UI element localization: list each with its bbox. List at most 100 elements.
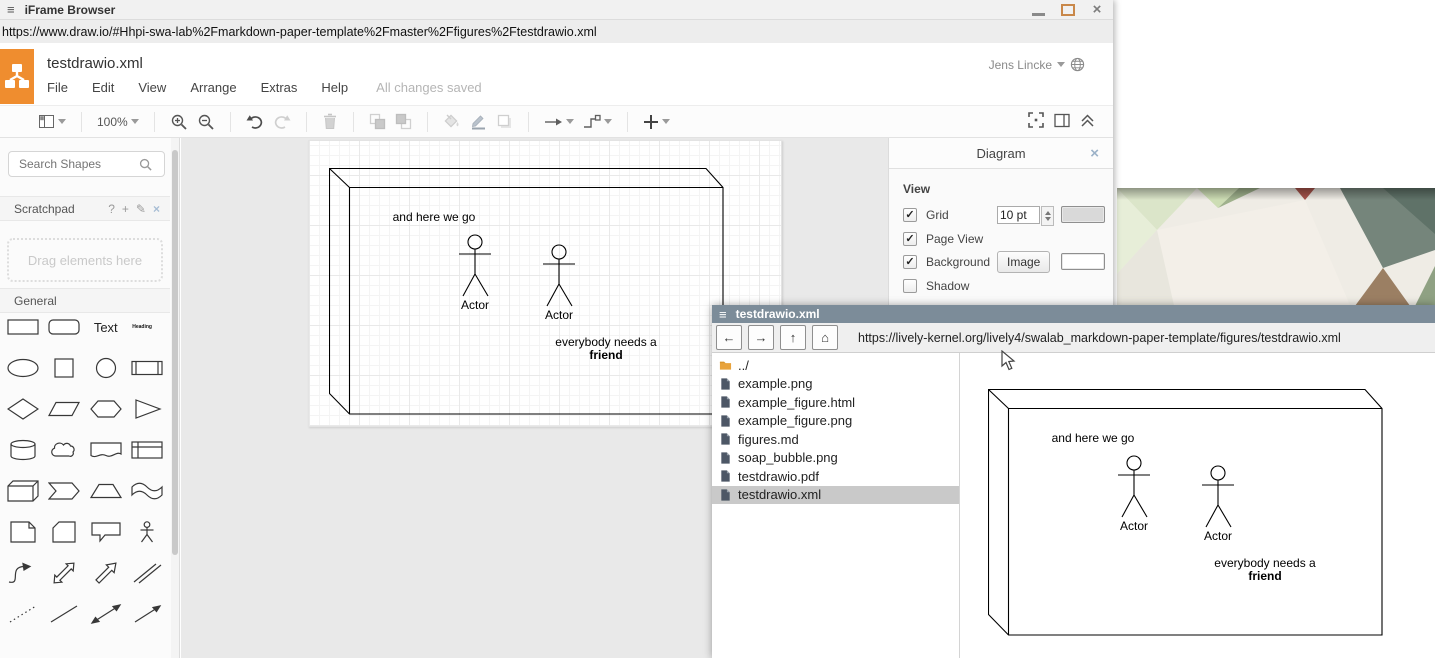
shape-document[interactable]: [90, 439, 122, 461]
shadow-checkbox[interactable]: [903, 279, 917, 293]
shape-card[interactable]: [48, 521, 80, 543]
menu-arrange[interactable]: Arrange: [190, 80, 236, 95]
shape-directional-connector[interactable]: [131, 603, 163, 625]
file-row[interactable]: figures.md: [712, 430, 959, 449]
file-row[interactable]: example_figure.html: [712, 393, 959, 412]
shape-trapezoid[interactable]: [90, 480, 122, 502]
shape-bidirectional-arrow[interactable]: [48, 562, 80, 584]
shape-triangle[interactable]: [131, 398, 163, 420]
image-button[interactable]: Image: [997, 251, 1050, 273]
page-setup-button[interactable]: [38, 113, 66, 130]
edit-icon[interactable]: ✎: [136, 202, 146, 216]
waypoints-button[interactable]: [583, 114, 612, 129]
file-browser-titlebar[interactable]: ≡ testdrawio.xml: [712, 305, 1435, 323]
grid-size-input[interactable]: [997, 206, 1040, 224]
background-checkbox[interactable]: [903, 255, 917, 269]
line-color-button[interactable]: [470, 113, 487, 130]
background-color-swatch[interactable]: [1061, 253, 1105, 270]
window-titlebar[interactable]: ≡ iFrame Browser ×: [0, 0, 1113, 20]
shape-callout[interactable]: [90, 521, 122, 543]
undo-button[interactable]: [246, 114, 264, 130]
shape-actor[interactable]: [131, 521, 163, 543]
shape-note[interactable]: [7, 521, 39, 543]
shape-search[interactable]: [8, 151, 165, 177]
forward-button[interactable]: →: [748, 325, 774, 350]
menu-help[interactable]: Help: [321, 80, 348, 95]
menu-edit[interactable]: Edit: [92, 80, 114, 95]
shape-circle[interactable]: [90, 357, 122, 379]
maximize-button[interactable]: [1061, 4, 1075, 16]
grid-color-swatch[interactable]: [1061, 206, 1105, 223]
general-section[interactable]: General: [0, 288, 170, 313]
globe-icon[interactable]: [1070, 57, 1085, 72]
cube-shape[interactable]: [329, 161, 729, 421]
canvas-diagram[interactable]: and here we go Actor Actor everybody nee…: [329, 161, 729, 421]
shape-parallelogram[interactable]: [48, 398, 80, 420]
shape-ellipse[interactable]: [7, 357, 39, 379]
shape-dashed-line[interactable]: [7, 603, 39, 625]
shape-arrow[interactable]: [90, 562, 122, 584]
scratchpad-section[interactable]: Scratchpad ? + ✎ ×: [0, 196, 170, 221]
file-row[interactable]: example_figure.png: [712, 412, 959, 431]
close-button[interactable]: ×: [1091, 4, 1103, 16]
menu-extras[interactable]: Extras: [261, 80, 298, 95]
shape-curve[interactable]: [7, 562, 39, 584]
format-panel-toggle-icon[interactable]: [1054, 113, 1070, 128]
actor-label[interactable]: Actor: [479, 308, 639, 322]
menu-view[interactable]: View: [138, 80, 166, 95]
shape-tape[interactable]: [131, 480, 163, 502]
actor-shape[interactable]: [459, 235, 491, 296]
file-browser-url[interactable]: https://lively-kernel.org/lively4/swalab…: [858, 331, 1341, 345]
tab-diagram[interactable]: Diagram ×: [889, 138, 1113, 169]
search-input[interactable]: [17, 156, 139, 172]
shape-hexagon[interactable]: [90, 398, 122, 420]
search-icon[interactable]: [139, 158, 152, 171]
collapse-toolbar-icon[interactable]: [1080, 113, 1095, 128]
shape-internal-storage[interactable]: [131, 439, 163, 461]
to-front-button[interactable]: [369, 113, 386, 130]
zoom-out-button[interactable]: [197, 113, 215, 131]
up-button[interactable]: ↑: [780, 325, 806, 350]
file-row[interactable]: ../: [712, 356, 959, 375]
fullscreen-icon[interactable]: [1028, 112, 1044, 128]
connection-button[interactable]: [544, 115, 574, 129]
to-back-button[interactable]: [395, 113, 412, 130]
back-button[interactable]: ←: [716, 325, 742, 350]
shape-line[interactable]: [48, 603, 80, 625]
shape-link[interactable]: [131, 562, 163, 584]
insert-button[interactable]: [643, 114, 670, 130]
grid-size-stepper[interactable]: [1041, 206, 1054, 226]
diagram-caption[interactable]: and here we go: [354, 210, 514, 224]
file-row[interactable]: testdrawio.pdf: [712, 467, 959, 486]
delete-button[interactable]: [322, 113, 338, 130]
diagram-note[interactable]: everybody needs a friend: [526, 336, 686, 362]
file-row-selected[interactable]: testdrawio.xml: [712, 486, 959, 505]
shape-process[interactable]: [131, 357, 163, 379]
shadow-button[interactable]: [496, 113, 513, 130]
file-row[interactable]: example.png: [712, 375, 959, 394]
user-name[interactable]: Jens Lincke: [989, 58, 1052, 72]
browser-url[interactable]: https://www.draw.io/#Hhpi-swa-lab%2Fmark…: [2, 25, 597, 39]
redo-button[interactable]: [273, 114, 291, 130]
shape-textbox[interactable]: Heading: [132, 324, 162, 330]
shape-text[interactable]: Text: [94, 320, 118, 335]
minimize-button[interactable]: [1032, 4, 1045, 16]
shape-cylinder[interactable]: [7, 439, 39, 461]
add-icon[interactable]: +: [122, 202, 129, 216]
home-button[interactable]: ⌂: [812, 325, 838, 350]
file-row[interactable]: soap_bubble.png: [712, 449, 959, 468]
browser-url-bar[interactable]: https://www.draw.io/#Hhpi-swa-lab%2Fmark…: [0, 20, 1113, 44]
shape-rounded-rectangle[interactable]: [48, 316, 80, 338]
shape-cloud[interactable]: [48, 439, 80, 461]
zoom-level-dropdown[interactable]: 100%: [97, 115, 139, 129]
fill-color-button[interactable]: [443, 113, 461, 130]
shape-rectangle[interactable]: [7, 316, 39, 338]
window-menu-icon[interactable]: ≡: [7, 3, 15, 16]
shape-step[interactable]: [48, 480, 80, 502]
zoom-in-button[interactable]: [170, 113, 188, 131]
page-view-checkbox[interactable]: [903, 232, 917, 246]
window-menu-icon[interactable]: ≡: [719, 308, 727, 321]
user-menu[interactable]: Jens Lincke: [989, 57, 1085, 72]
scratchpad-dropzone[interactable]: Drag elements here: [7, 238, 163, 282]
canvas-page[interactable]: and here we go Actor Actor everybody nee…: [308, 140, 782, 427]
